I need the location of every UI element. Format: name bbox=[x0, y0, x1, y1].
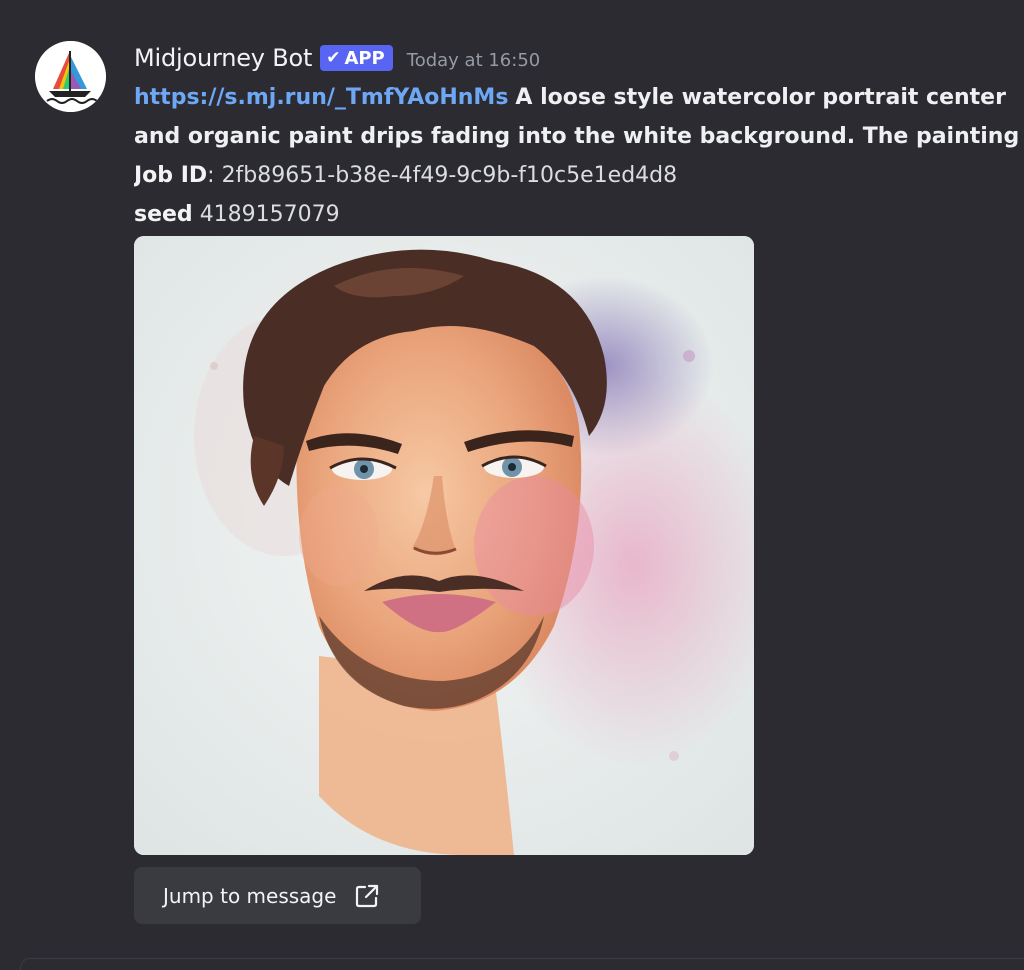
job-id-label: Job ID bbox=[134, 163, 208, 188]
sailboat-logo-icon bbox=[35, 41, 106, 112]
image-link[interactable]: https://s.mj.run/_TmfYAoHnMs bbox=[134, 85, 508, 110]
chat-message: Midjourney Bot ✔ APP Today at 16:50 http… bbox=[0, 0, 1024, 970]
seed-value: 4189157079 bbox=[199, 202, 340, 227]
job-id-separator: : bbox=[207, 163, 222, 188]
prompt-line-1: https://s.mj.run/_TmfYAoHnMs A loose sty… bbox=[134, 78, 1024, 117]
app-badge: ✔ APP bbox=[320, 45, 393, 71]
prompt-text-1: A loose style watercolor portrait center bbox=[515, 85, 1006, 110]
seed-label: seed bbox=[134, 202, 193, 227]
message-content: https://s.mj.run/_TmfYAoHnMs A loose sty… bbox=[134, 78, 1024, 234]
message-divider bbox=[20, 958, 1024, 970]
bot-avatar[interactable] bbox=[35, 41, 106, 112]
author-name[interactable]: Midjourney Bot bbox=[134, 44, 312, 72]
prompt-line-2: and organic paint drips fading into the … bbox=[134, 117, 1024, 156]
jump-to-message-button[interactable]: Jump to message bbox=[134, 867, 421, 924]
jump-to-message-label: Jump to message bbox=[163, 883, 337, 908]
job-id-value: 2fb89651-b38e-4f49-9c9b-f10c5e1ed4d8 bbox=[221, 163, 678, 188]
seed-line: seed 4189157079 bbox=[134, 195, 1024, 234]
message-header: Midjourney Bot ✔ APP Today at 16:50 bbox=[134, 40, 540, 76]
app-badge-label: APP bbox=[344, 47, 385, 69]
portrait-image bbox=[134, 236, 754, 855]
message-timestamp[interactable]: Today at 16:50 bbox=[407, 50, 540, 71]
checkmark-icon: ✔ bbox=[326, 48, 341, 68]
job-id-line: Job ID: 2fb89651-b38e-4f49-9c9b-f10c5e1e… bbox=[134, 156, 1024, 195]
external-link-icon bbox=[356, 884, 379, 907]
image-attachment[interactable] bbox=[134, 236, 754, 855]
prompt-text-2: and organic paint drips fading into the … bbox=[134, 124, 1024, 149]
